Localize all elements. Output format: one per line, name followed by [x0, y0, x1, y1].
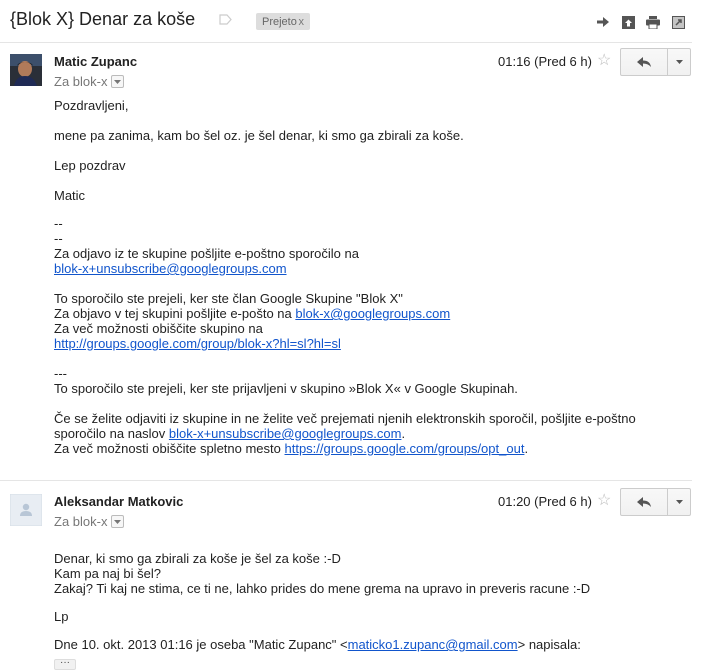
avatar[interactable] [10, 54, 42, 86]
body-line: Kam pa naj bi šel? [54, 566, 161, 581]
default-avatar-icon[interactable] [10, 494, 42, 526]
message-time: 01:16 (Pred 6 h) [498, 54, 592, 69]
body-greeting: Pozdravljeni, [54, 98, 129, 113]
reply-button[interactable] [620, 488, 668, 516]
reply-icon [637, 57, 651, 67]
body-line: Denar, ki smo ga zbirali za koše je šel … [54, 551, 341, 566]
sender-email-link[interactable]: maticko1.zupanc@gmail.com [348, 637, 518, 652]
quote-suffix: > napisala: [517, 637, 581, 652]
expand-icon[interactable] [670, 14, 686, 30]
reply-button[interactable] [620, 48, 668, 76]
unsubscribe-link-line: blok-x+unsubscribe@googlegroups.com [54, 261, 287, 276]
quote-header: Dne 10. okt. 2013 01:16 je oseba "Matic … [54, 637, 581, 652]
star-icon[interactable]: ☆ [597, 53, 611, 69]
thread-subject: {Blok X} Denar za koše [10, 9, 196, 29]
chevron-down-icon [675, 60, 683, 64]
separator: --- [54, 366, 67, 381]
subscribed-text: To sporočilo ste prejeli, ker ste prijav… [54, 381, 518, 396]
details-dropdown-button[interactable] [111, 75, 125, 88]
chevron-down-icon [114, 79, 122, 84]
unsubscribe2-text: Če se želite odjaviti iz skupine in ne ž… [54, 411, 636, 426]
header-divider [0, 42, 692, 43]
unsubscribe-link[interactable]: blok-x+unsubscribe@googlegroups.com [54, 261, 287, 276]
group-email-link[interactable]: blok-x@googlegroups.com [295, 306, 450, 321]
chevron-down-icon [114, 519, 122, 524]
thread-header: {Blok X} Denar za koše Prejeto x [0, 0, 702, 42]
remove-label-button[interactable]: x [299, 16, 305, 28]
recipient-line: Za blok-x [54, 74, 125, 89]
unsubscribe2-suffix: . [401, 426, 406, 441]
web-options-text: Za več možnosti obiščite spletno mesto [54, 441, 285, 456]
star-icon[interactable]: ☆ [597, 493, 611, 509]
group-page-link[interactable]: http://groups.google.com/group/blok-x?hl… [54, 336, 341, 351]
web-options-suffix: . [524, 441, 529, 456]
forward-icon[interactable] [595, 14, 611, 30]
body-line: Lp [54, 609, 69, 624]
details-dropdown-button[interactable] [111, 515, 125, 528]
label-chip-text: Prejeto [262, 15, 297, 28]
separator: -- [54, 216, 63, 231]
more-actions-button[interactable] [667, 48, 691, 76]
show-trimmed-content-button[interactable]: ··· [54, 658, 76, 670]
options-text: Za več možnosti obiščite skupino na [54, 321, 263, 336]
post-text: Za objavo v tej skupini pošljite e-pošto… [54, 306, 296, 321]
body-line: Zakaj? Ti kaj ne stima, ce ti ne, lahko … [54, 581, 591, 596]
message-divider [0, 480, 692, 481]
unsubscribe2-line: sporočilo na naslov blok-x+unsubscribe@g… [54, 426, 405, 441]
print-icon[interactable] [645, 14, 661, 30]
unsubscribe-text: Za odjavo iz te skupine pošljite e-poštn… [54, 246, 359, 261]
reply-icon [637, 497, 651, 507]
unsubscribe2-link[interactable]: blok-x+unsubscribe@googlegroups.com [169, 426, 402, 441]
chevron-down-icon [675, 500, 683, 504]
sender-name[interactable]: Matic Zupanc [54, 54, 137, 69]
body-closing: Lep pozdrav [54, 158, 126, 173]
unsubscribe2-prefix: sporočilo na naslov [54, 426, 169, 441]
body-signature: Matic [54, 188, 86, 203]
body-paragraph: mene pa zanima, kam bo šel oz. je šel de… [54, 128, 464, 143]
label-tag-icon[interactable] [219, 14, 232, 25]
separator: -- [54, 231, 63, 246]
member-text: To sporočilo ste prejeli, ker ste član G… [54, 291, 403, 306]
web-options-line: Za več možnosti obiščite spletno mesto h… [54, 441, 528, 456]
label-chip-inbox[interactable]: Prejeto x [256, 13, 310, 30]
options-link-line: http://groups.google.com/group/blok-x?hl… [54, 336, 341, 351]
sender-name[interactable]: Aleksandar Matkovic [54, 494, 183, 509]
recipient-text: Za blok-x [54, 514, 108, 529]
post-line: Za objavo v tej skupini pošljite e-pošto… [54, 306, 450, 321]
recipient-text: Za blok-x [54, 74, 108, 89]
message-time: 01:20 (Pred 6 h) [498, 494, 592, 509]
opt-out-link[interactable]: https://groups.google.com/groups/opt_out [285, 441, 525, 456]
more-actions-button[interactable] [667, 488, 691, 516]
thread-actions [595, 14, 686, 30]
recipient-line: Za blok-x [54, 514, 125, 529]
open-new-window-icon[interactable] [620, 14, 636, 30]
quote-prefix: Dne 10. okt. 2013 01:16 je oseba "Matic … [54, 637, 348, 652]
